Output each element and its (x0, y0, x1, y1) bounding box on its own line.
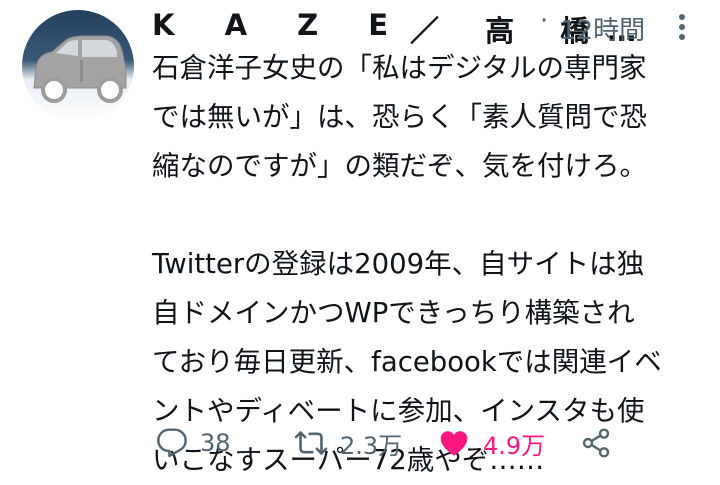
retweet-icon (294, 431, 328, 455)
more-options-button[interactable] (668, 10, 696, 44)
tweet-line: では無いが」は、恐らく「素人質問で恐 (152, 101, 647, 133)
car-avatar-icon (22, 10, 134, 122)
tweet-line: 自ドメインかつWPできっちり構築され (152, 297, 635, 329)
tweet-line: 縮なのですが」の類だぞ、気を付けろ。 (152, 150, 647, 182)
more-dot (679, 34, 685, 40)
tweet-header: K A Z E ／ 高 橋… · 12時間 (152, 6, 712, 48)
share-button[interactable] (580, 420, 612, 466)
timestamp[interactable]: 12時間 (560, 10, 645, 47)
retweet-count: 2.3万 (340, 431, 403, 460)
heart-icon (440, 431, 468, 456)
tweet-line: ており毎日更新、facebookでは関連イベ (152, 346, 662, 378)
share-icon (582, 428, 610, 458)
author-display-name[interactable]: K A Z E (152, 8, 408, 42)
tweet-actions: 38 2.3万 4.9万 (152, 420, 712, 466)
retweet-button[interactable]: 2.3万 (294, 420, 402, 466)
avatar[interactable] (22, 10, 134, 122)
timestamp-separator: · (540, 6, 549, 36)
tweet-line: 石倉洋子女史の「私はデジタルの専門家 (152, 52, 647, 84)
like-count: 4.9万 (483, 431, 546, 460)
reply-icon (157, 428, 187, 458)
reply-button[interactable]: 38 (156, 420, 231, 466)
tweet: K A Z E ／ 高 橋… · 12時間 石倉洋子女史の「私はデジタルの専門家… (0, 0, 720, 476)
tweet-line: Twitterの登録は2009年、自サイトは独 (152, 248, 645, 280)
more-dot (679, 24, 685, 30)
like-button[interactable]: 4.9万 (437, 420, 545, 466)
reply-count: 38 (200, 429, 231, 457)
more-dots-icon (679, 14, 685, 20)
tweet-text: 石倉洋子女史の「私はデジタルの専門家 では無いが」は、恐らく「素人質問で恐 縮な… (152, 44, 697, 485)
